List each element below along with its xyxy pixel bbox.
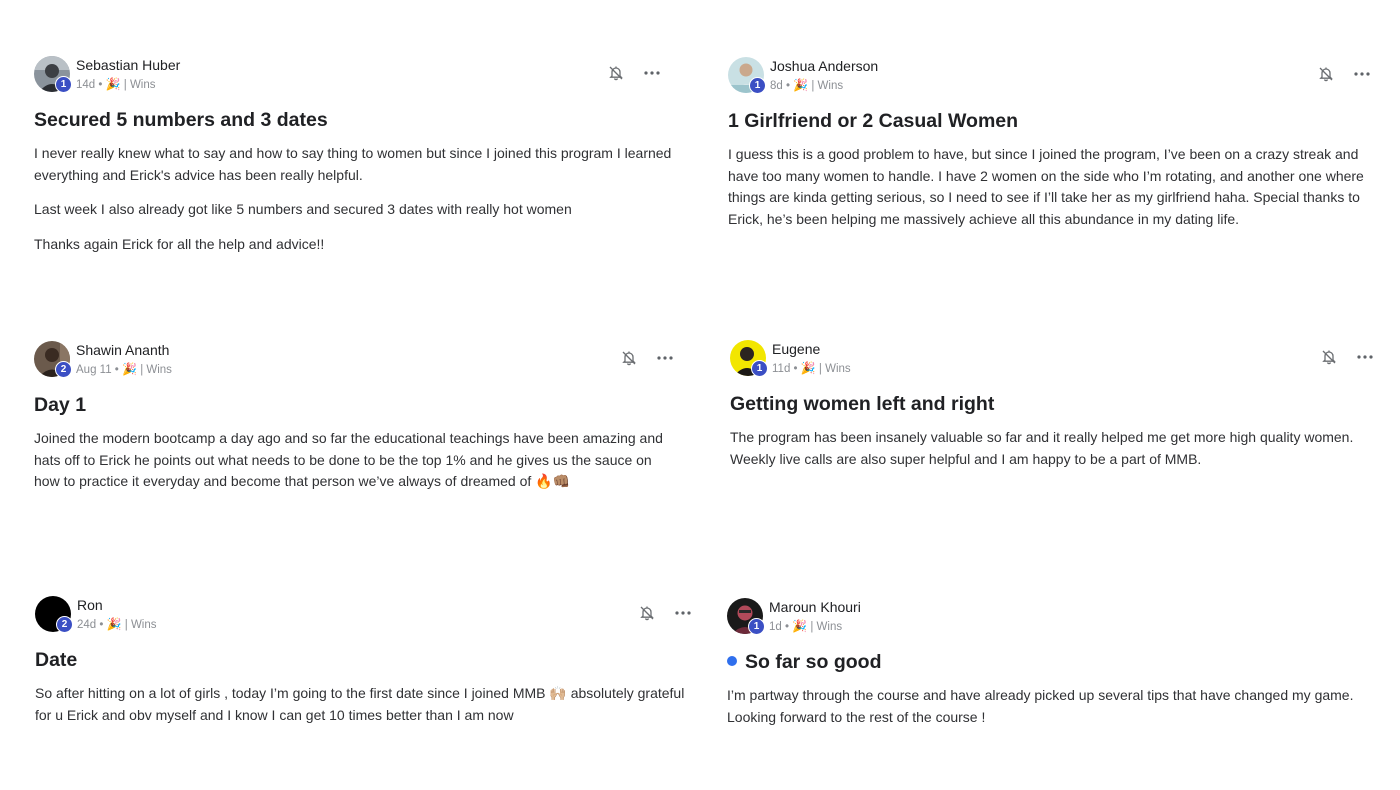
post-card[interactable]: 1 Sebastian Huber 14d • 🎉 | Wins Secured… xyxy=(34,56,674,255)
more-horizontal-icon[interactable] xyxy=(643,64,661,82)
bell-off-icon[interactable] xyxy=(1317,65,1335,83)
party-popper-icon: 🎉 xyxy=(792,619,808,633)
post-time: Aug 11 xyxy=(76,364,112,376)
level-badge: 2 xyxy=(55,361,72,378)
post-header: 1 Maroun Khouri 1d • 🎉 | Wins xyxy=(727,598,1385,638)
post-card[interactable]: 2 Shawin Ananth Aug 11 • 🎉 | Wins Day 1 … xyxy=(34,341,678,493)
post-category[interactable]: | Wins xyxy=(810,621,842,633)
author-name[interactable]: Maroun Khouri xyxy=(769,599,861,615)
post-time: 14d xyxy=(76,79,96,91)
post-title-text: So far so good xyxy=(745,651,882,673)
post-body-paragraph: So after hitting on a lot of girls , tod… xyxy=(35,685,685,723)
post-body-paragraph: Thanks again Erick for all the help and … xyxy=(34,235,325,252)
post-body-paragraph: I guess this is a good problem to have, … xyxy=(728,146,1364,227)
bell-off-icon[interactable] xyxy=(638,604,656,622)
party-popper-icon: 🎉 xyxy=(800,361,816,375)
post-meta: 24d • 🎉 | Wins xyxy=(77,617,157,631)
post-header: 2 Ron 24d • 🎉 | Wins xyxy=(35,596,691,636)
more-horizontal-icon[interactable] xyxy=(656,349,674,367)
party-popper-icon: 🎉 xyxy=(793,78,809,92)
author-name[interactable]: Sebastian Huber xyxy=(76,57,180,73)
post-category[interactable]: | Wins xyxy=(811,80,843,92)
post-title[interactable]: Secured 5 numbers and 3 dates xyxy=(34,109,674,132)
post-body-paragraph: I’m partway through the course and have … xyxy=(727,687,1354,725)
post-actions xyxy=(638,604,692,622)
bell-off-icon[interactable] xyxy=(607,64,625,82)
post-category[interactable]: | Wins xyxy=(140,364,172,376)
post-title[interactable]: Getting women left and right xyxy=(730,393,1380,416)
bell-off-icon[interactable] xyxy=(620,349,638,367)
post-meta: Aug 11 • 🎉 | Wins xyxy=(76,362,172,376)
post-actions xyxy=(620,349,674,367)
level-badge: 2 xyxy=(56,616,73,633)
post-time: 8d xyxy=(770,80,783,92)
post-card[interactable]: 1 Joshua Anderson 8d • 🎉 | Wins 1 Girlfr… xyxy=(728,57,1384,230)
post-title[interactable]: Date xyxy=(35,649,691,672)
post-card[interactable]: 2 Ron 24d • 🎉 | Wins Date So after hitti… xyxy=(35,596,691,726)
post-actions xyxy=(607,64,661,82)
post-body-paragraph: I never really knew what to say and how … xyxy=(34,145,672,183)
author-name[interactable]: Joshua Anderson xyxy=(770,58,878,74)
more-horizontal-icon[interactable] xyxy=(1353,65,1371,83)
more-horizontal-icon[interactable] xyxy=(1356,348,1374,366)
party-popper-icon: 🎉 xyxy=(122,362,137,376)
unread-dot xyxy=(727,655,737,666)
post-card[interactable]: 1 Eugene 11d • 🎉 | Wins Getting women le… xyxy=(730,340,1380,470)
more-horizontal-icon[interactable] xyxy=(674,604,692,622)
post-meta: 11d • 🎉 | Wins xyxy=(772,361,851,375)
post-category[interactable]: | Wins xyxy=(124,79,156,91)
post-title[interactable]: Day 1 xyxy=(34,394,678,417)
post-title[interactable]: 1 Girlfriend or 2 Casual Women xyxy=(728,110,1384,133)
level-badge: 1 xyxy=(55,76,72,93)
post-time: 24d xyxy=(77,619,97,631)
level-badge: 1 xyxy=(749,77,766,94)
bell-off-icon[interactable] xyxy=(1320,348,1338,366)
post-time: 1d xyxy=(769,621,782,633)
post-category[interactable]: | Wins xyxy=(819,363,851,375)
author-name[interactable]: Ron xyxy=(77,597,103,613)
post-header: 1 Joshua Anderson 8d • 🎉 | Wins xyxy=(728,57,1384,97)
post-title[interactable]: So far so good xyxy=(727,651,1385,674)
post-body-paragraph: Joined the modern bootcamp a day ago and… xyxy=(34,430,663,489)
post-actions xyxy=(1317,65,1371,83)
author-name[interactable]: Shawin Ananth xyxy=(76,342,169,358)
post-meta: 14d • 🎉 | Wins xyxy=(76,77,156,91)
level-badge: 1 xyxy=(748,618,765,635)
post-actions xyxy=(1320,348,1374,366)
post-body-paragraph: The program has been insanely valuable s… xyxy=(730,429,1354,467)
post-category[interactable]: | Wins xyxy=(125,619,157,631)
author-name[interactable]: Eugene xyxy=(772,341,820,357)
post-header: 1 Eugene 11d • 🎉 | Wins xyxy=(730,340,1380,380)
post-meta: 1d • 🎉 | Wins xyxy=(769,619,843,633)
level-badge: 1 xyxy=(751,360,768,377)
post-time: 11d xyxy=(772,363,791,375)
party-popper-icon: 🎉 xyxy=(105,77,121,91)
post-meta: 8d • 🎉 | Wins xyxy=(770,78,844,92)
post-header: 1 Sebastian Huber 14d • 🎉 | Wins xyxy=(34,56,674,96)
post-card[interactable]: 1 Maroun Khouri 1d • 🎉 | Wins So far so … xyxy=(727,598,1385,728)
party-popper-icon: 🎉 xyxy=(106,617,122,631)
post-body-paragraph: Last week I also already got like 5 numb… xyxy=(34,201,572,217)
post-header: 2 Shawin Ananth Aug 11 • 🎉 | Wins xyxy=(34,341,678,381)
